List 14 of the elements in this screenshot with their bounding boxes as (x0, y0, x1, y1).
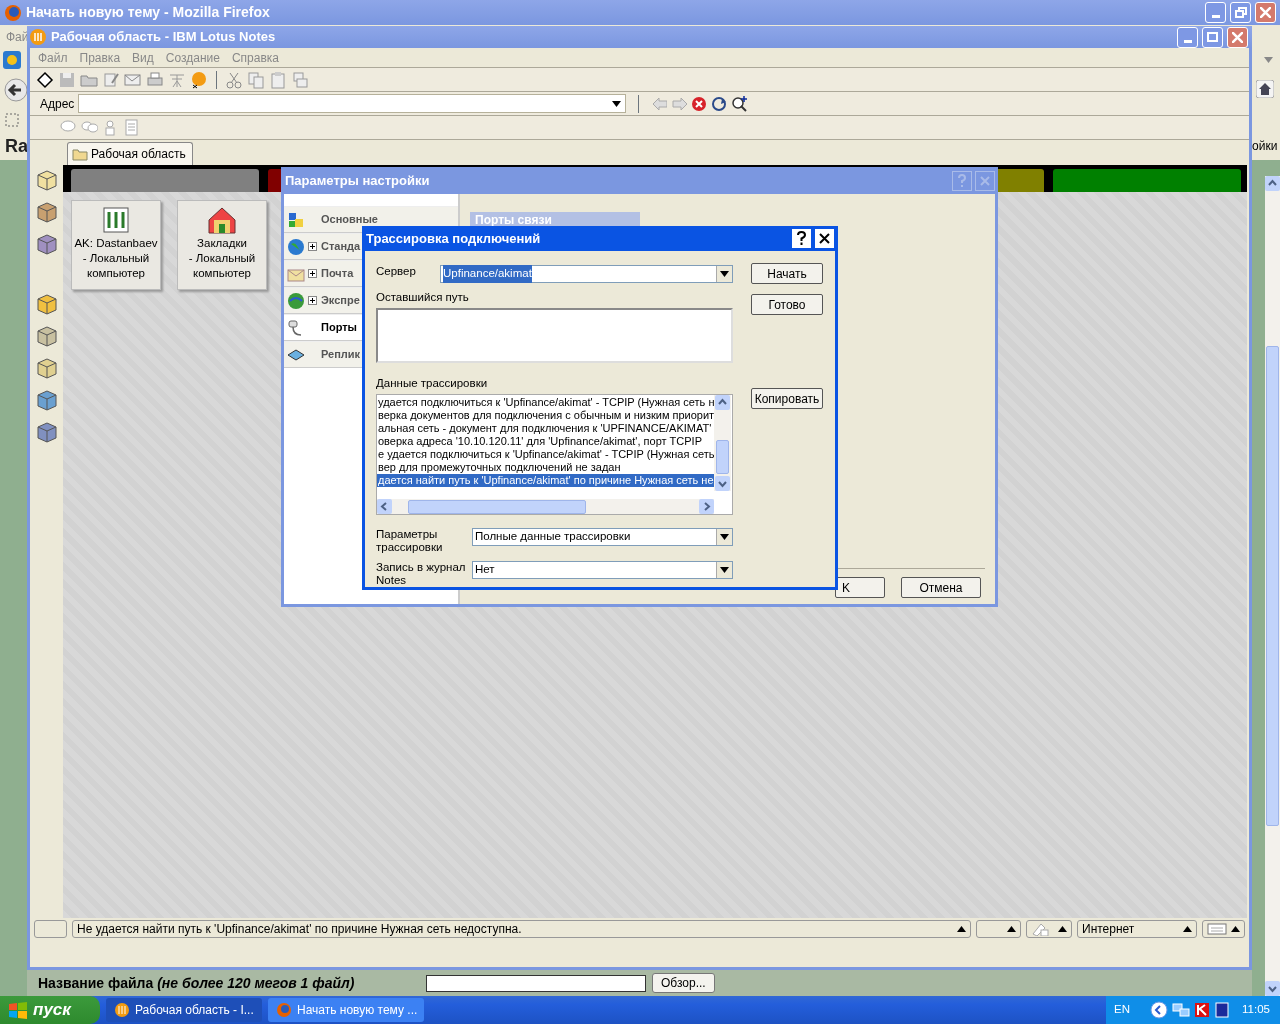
window-title: Рабочая область - IBM Lotus Notes (51, 28, 276, 47)
field-label: Запись в журнал Notes (376, 561, 467, 587)
page-text: Ra (5, 135, 28, 158)
field-label: Название файла (не более 120 мегов 1 файл) (38, 973, 356, 993)
address-label: Адрес (40, 95, 75, 113)
status-message: Не удается найти путь к 'Upfinance/akimat' по причине Нужная сеть недоступна. (72, 920, 971, 938)
field-label: Сервер (376, 265, 417, 278)
field-label: Оставшийся путь (376, 291, 470, 304)
window-title: Начать новую тему - Mozilla Firefox (26, 3, 270, 22)
field-label: Данные трассировки (376, 377, 489, 390)
page-text: ойки (1252, 138, 1278, 155)
field-label: Параметры трассировки (376, 528, 444, 554)
clock: 11:05 (1242, 1002, 1270, 1018)
dialog-title: Параметры настройки (285, 171, 430, 190)
